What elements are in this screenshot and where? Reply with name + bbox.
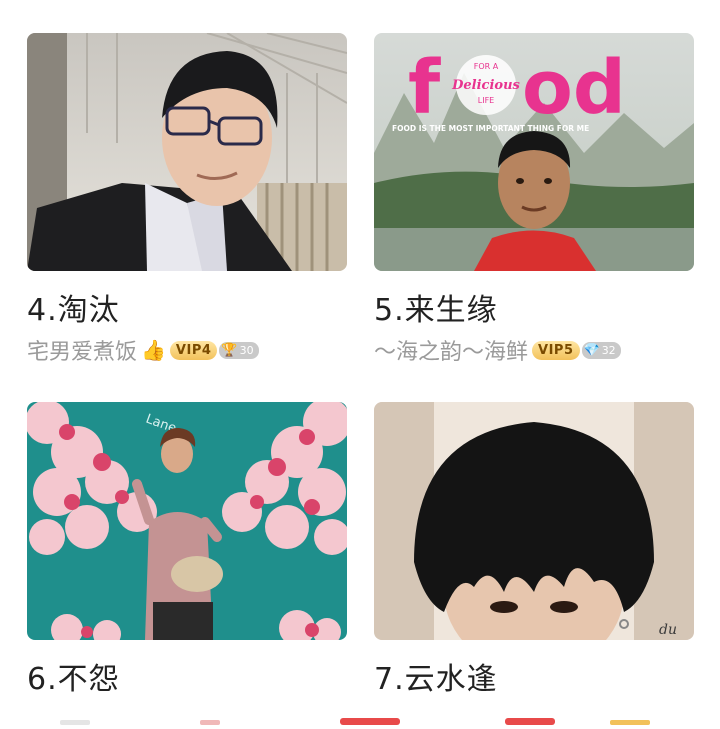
post-grid: 4.淘汰 宅男爱煮饭 👍 VIP4 🏆 30 f FOR A Delicious…	[0, 0, 720, 720]
post-title-5[interactable]: 5.来生缘	[374, 285, 498, 329]
thumbs-up-icon: 👍	[141, 338, 166, 362]
trophy-icon: 🏆	[221, 342, 238, 358]
post-card-4[interactable]: 4.淘汰 宅男爱煮饭 👍 VIP4 🏆 30	[27, 33, 347, 366]
poster-circle-bot: LIFE	[478, 96, 494, 105]
author-name-5[interactable]: ～海之韵～海鲜	[374, 334, 528, 366]
svg-text:du: du	[659, 622, 677, 638]
diamond-icon: 💎	[583, 342, 600, 358]
level-badge-5: 💎 32	[581, 341, 621, 359]
author-name-4[interactable]: 宅男爱煮饭	[27, 334, 137, 366]
post-title-4[interactable]: 4.淘汰	[27, 285, 120, 329]
flower-wall-woman-image: Lane	[27, 402, 347, 640]
poster-circle-mid: Delicious	[451, 78, 520, 93]
post-card-6[interactable]: Lane 6.不怨	[27, 402, 347, 702]
post-author-row-5: ～海之韵～海鲜 VIP5 💎 32	[374, 334, 621, 366]
partial-icons-strip	[60, 718, 650, 725]
vip-badge-5: VIP5	[532, 340, 580, 360]
next-row-peek	[0, 710, 720, 725]
level-value-5: 32	[601, 343, 616, 357]
level-value-4: 30	[239, 343, 254, 357]
poster-tagline: FOOD IS THE MOST IMPORTANT THING FOR ME	[392, 124, 589, 133]
post-title-6[interactable]: 6.不怨	[27, 654, 120, 698]
post-card-7[interactable]: du 7.云水逢	[374, 402, 694, 702]
poster-circle-top: FOR A	[474, 62, 499, 71]
post-author-row-4: 宅男爱煮饭 👍 VIP4 🏆 30	[27, 334, 259, 366]
food-poster-image: f FOR A Delicious LIFE od FOOD IS THE MO…	[374, 33, 694, 271]
post-thumbnail-6[interactable]: Lane	[27, 402, 347, 640]
vip-badge-4: VIP4	[169, 340, 218, 360]
post-thumbnail-5[interactable]: f FOR A Delicious LIFE od FOOD IS THE MO…	[374, 33, 694, 271]
post-thumbnail-7[interactable]: du	[374, 402, 694, 640]
post-thumbnail-4[interactable]	[27, 33, 347, 271]
selfie-man-glasses-image	[27, 33, 347, 271]
dark-hair-portrait-image: du	[374, 402, 694, 640]
poster-letters-od: od	[522, 45, 626, 131]
post-title-7[interactable]: 7.云水逢	[374, 654, 498, 698]
post-card-5[interactable]: f FOR A Delicious LIFE od FOOD IS THE MO…	[374, 33, 694, 366]
poster-letter-f: f	[408, 45, 441, 131]
level-badge-4: 🏆 30	[219, 341, 259, 359]
